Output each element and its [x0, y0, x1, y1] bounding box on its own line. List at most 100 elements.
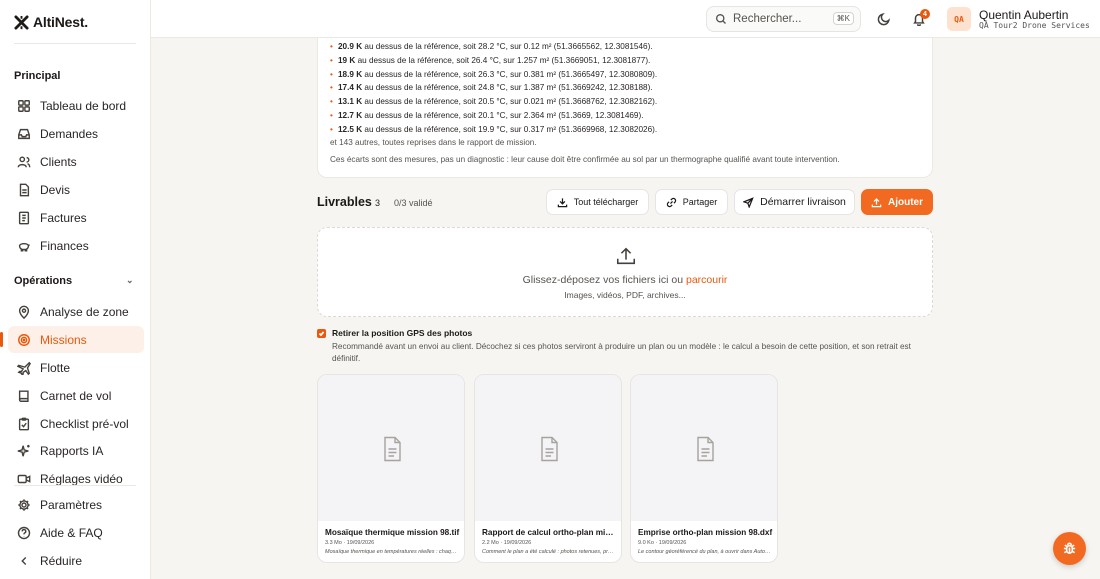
browse-link[interactable]: parcourir — [686, 274, 727, 286]
list-item: 20.9 K au dessus de la référence, soit 2… — [330, 40, 657, 54]
drone-icon — [16, 360, 31, 375]
anomaly-text: au dessus de la référence, soit 19.9 °C,… — [362, 124, 658, 134]
sidebar-item-devis[interactable]: Devis — [8, 176, 144, 203]
search-box[interactable]: ⌘K — [706, 6, 861, 32]
section-operations-label: Opérations — [14, 275, 73, 287]
sidebar-item-finances[interactable]: Finances — [8, 232, 144, 259]
download-icon — [557, 197, 567, 207]
sidebar-item-label: Réglages vidéo — [40, 471, 123, 486]
sidebar-item-analyse-de-zone[interactable]: Analyse de zone — [8, 298, 144, 325]
chevron-down-icon[interactable]: ⌄ — [126, 275, 134, 286]
sidebar-item-clients[interactable]: Clients — [8, 148, 144, 175]
add-deliverable-button[interactable]: Ajouter — [861, 189, 933, 215]
theme-toggle-button[interactable] — [874, 9, 894, 29]
sidebar-item-rapports-ia[interactable]: Rapports IA — [8, 437, 144, 464]
check-icon — [318, 331, 325, 337]
sidebar-item-label: Analyse de zone — [40, 304, 129, 319]
bug-report-button[interactable] — [1053, 532, 1086, 565]
start-delivery-label: Démarrer livraison — [760, 196, 846, 208]
section-operations-title[interactable]: Opérations ⌄ — [14, 275, 134, 287]
file-meta: 3.3 Mo · 19/09/2026 — [325, 540, 375, 546]
share-label: Partager — [682, 197, 718, 207]
sidebar-collapse-button[interactable]: Réduire — [8, 547, 144, 574]
divider — [14, 43, 136, 44]
search-icon — [715, 13, 726, 24]
dropzone-accepted-types: Images, vidéos, PDF, archives... — [564, 290, 686, 300]
upload-icon — [871, 197, 882, 207]
list-item: 13.1 K au dessus de la référence, soit 2… — [330, 95, 657, 109]
anomaly-delta: 12.7 K — [338, 110, 363, 120]
moon-icon — [877, 13, 890, 26]
file-name: Rapport de calcul ortho-plan mission 98.… — [482, 528, 618, 537]
share-button[interactable]: Partager — [655, 189, 728, 215]
anomaly-delta: 18.9 K — [338, 69, 363, 79]
sidebar-item-tableau-de-bord[interactable]: Tableau de bord — [8, 92, 144, 119]
sidebar-item-label: Paramètres — [40, 497, 103, 512]
anomalies-card: 20.9 K au dessus de la référence, soit 2… — [317, 38, 933, 178]
video-icon — [16, 471, 31, 486]
file-preview — [318, 375, 464, 521]
sidebar-item-label: Checklist pré-vol — [40, 416, 129, 431]
file-description: Le contour géoréférencé du plan, à ouvri… — [638, 549, 772, 555]
anomaly-text: au dessus de la référence, soit 26.3 °C,… — [362, 69, 658, 79]
book-icon — [16, 388, 31, 403]
upload-icon — [616, 247, 636, 265]
anomaly-delta: 20.9 K — [338, 42, 363, 51]
sidebar-item-label: Rapports IA — [40, 443, 104, 458]
sidebar-item-flotte[interactable]: Flotte — [8, 354, 144, 381]
anomalies-more-text: et 143 autres, toutes reprises dans le r… — [330, 138, 537, 147]
remove-gps-checkbox[interactable] — [317, 329, 326, 338]
sidebar-item-label: Devis — [40, 182, 71, 197]
sidebar-item-aide-faq[interactable]: Aide & FAQ — [8, 519, 144, 546]
sidebar-item-demandes[interactable]: Demandes — [8, 120, 144, 147]
target-icon — [16, 332, 31, 347]
dropzone-text: Glissez-déposez vos fichiers ici ou parc… — [318, 274, 932, 286]
sidebar-item-carnet-de-vol[interactable]: Carnet de vol — [8, 382, 144, 409]
sidebar-item-parametres[interactable]: Paramètres — [8, 491, 144, 518]
file-text-icon — [384, 436, 401, 462]
sidebar-item-missions[interactable]: Missions — [0, 326, 144, 353]
remove-gps-label[interactable]: Retirer la position GPS des photos — [332, 328, 472, 338]
anomaly-text: au dessus de la référence, soit 24.8 °C,… — [362, 83, 653, 93]
sidebar-item-checklist-pre-vol[interactable]: Checklist pré-vol — [8, 410, 144, 437]
sidebar-item-label: Missions — [40, 332, 87, 347]
deliverable-file-card[interactable]: Emprise ortho-plan mission 98.dxf 9.0 Ko… — [630, 374, 778, 563]
anomaly-delta: 13.1 K — [338, 97, 363, 107]
list-item: 12.5 K au dessus de la référence, soit 1… — [330, 123, 657, 137]
anomaly-text: au dessus de la référence, soit 28.2 °C,… — [362, 42, 653, 51]
file-preview — [475, 375, 621, 521]
avatar[interactable]: QA — [947, 7, 971, 31]
sidebar-item-reglages-video[interactable]: Réglages vidéo — [8, 465, 144, 492]
file-meta: 2.2 Mo · 19/09/2026 — [482, 540, 532, 546]
deliverables-validated-status: 0/3 validé — [394, 198, 433, 208]
anomaly-text: au dessus de la référence, soit 26.4 °C,… — [355, 55, 651, 65]
file-dropzone[interactable]: Glissez-déposez vos fichiers ici ou parc… — [317, 227, 933, 317]
start-delivery-button[interactable]: Démarrer livraison — [734, 189, 855, 215]
sidebar-item-label: Carnet de vol — [40, 388, 112, 403]
deliverable-file-card[interactable]: Rapport de calcul ortho-plan mission 98.… — [474, 374, 622, 563]
search-shortcut-badge: ⌘K — [832, 12, 854, 25]
file-description: Mosaïque thermique en températures réell… — [325, 549, 459, 555]
top-header: ⌘K 4 QA Quentin Aubertin QA Tour2 Drone … — [151, 0, 1100, 38]
user-name[interactable]: Quentin Aubertin — [979, 8, 1068, 22]
notifications-button[interactable]: 4 — [909, 9, 930, 29]
file-text-icon — [541, 436, 558, 462]
brand-name: AltiNest. — [33, 14, 88, 30]
file-name: Mosaïque thermique mission 98.tif — [325, 528, 460, 537]
add-deliverable-label: Ajouter — [888, 196, 923, 208]
search-input[interactable] — [733, 13, 823, 25]
help-circle-icon — [16, 525, 31, 540]
dropzone-instruction: Glissez-déposez vos fichiers ici ou — [522, 274, 686, 286]
sidebar-item-label: Finances — [40, 238, 89, 253]
remove-gps-description: Recommandé avant un envoi au client. Déc… — [332, 342, 911, 363]
download-all-button[interactable]: Tout télécharger — [546, 189, 649, 215]
sidebar-item-label: Demandes — [40, 126, 99, 141]
sidebar-item-label: Tableau de bord — [40, 98, 127, 113]
sidebar-item-factures[interactable]: Factures — [8, 204, 144, 231]
deliverable-file-card[interactable]: Mosaïque thermique mission 98.tif 3.3 Mo… — [317, 374, 465, 563]
users-icon — [16, 154, 31, 169]
sidebar-item-label: Réduire — [40, 553, 83, 568]
receipt-icon — [16, 210, 31, 225]
brand-logo[interactable]: AltiNest. — [14, 14, 88, 30]
file-description: Comment le plan a été calculé : photos r… — [482, 549, 616, 555]
